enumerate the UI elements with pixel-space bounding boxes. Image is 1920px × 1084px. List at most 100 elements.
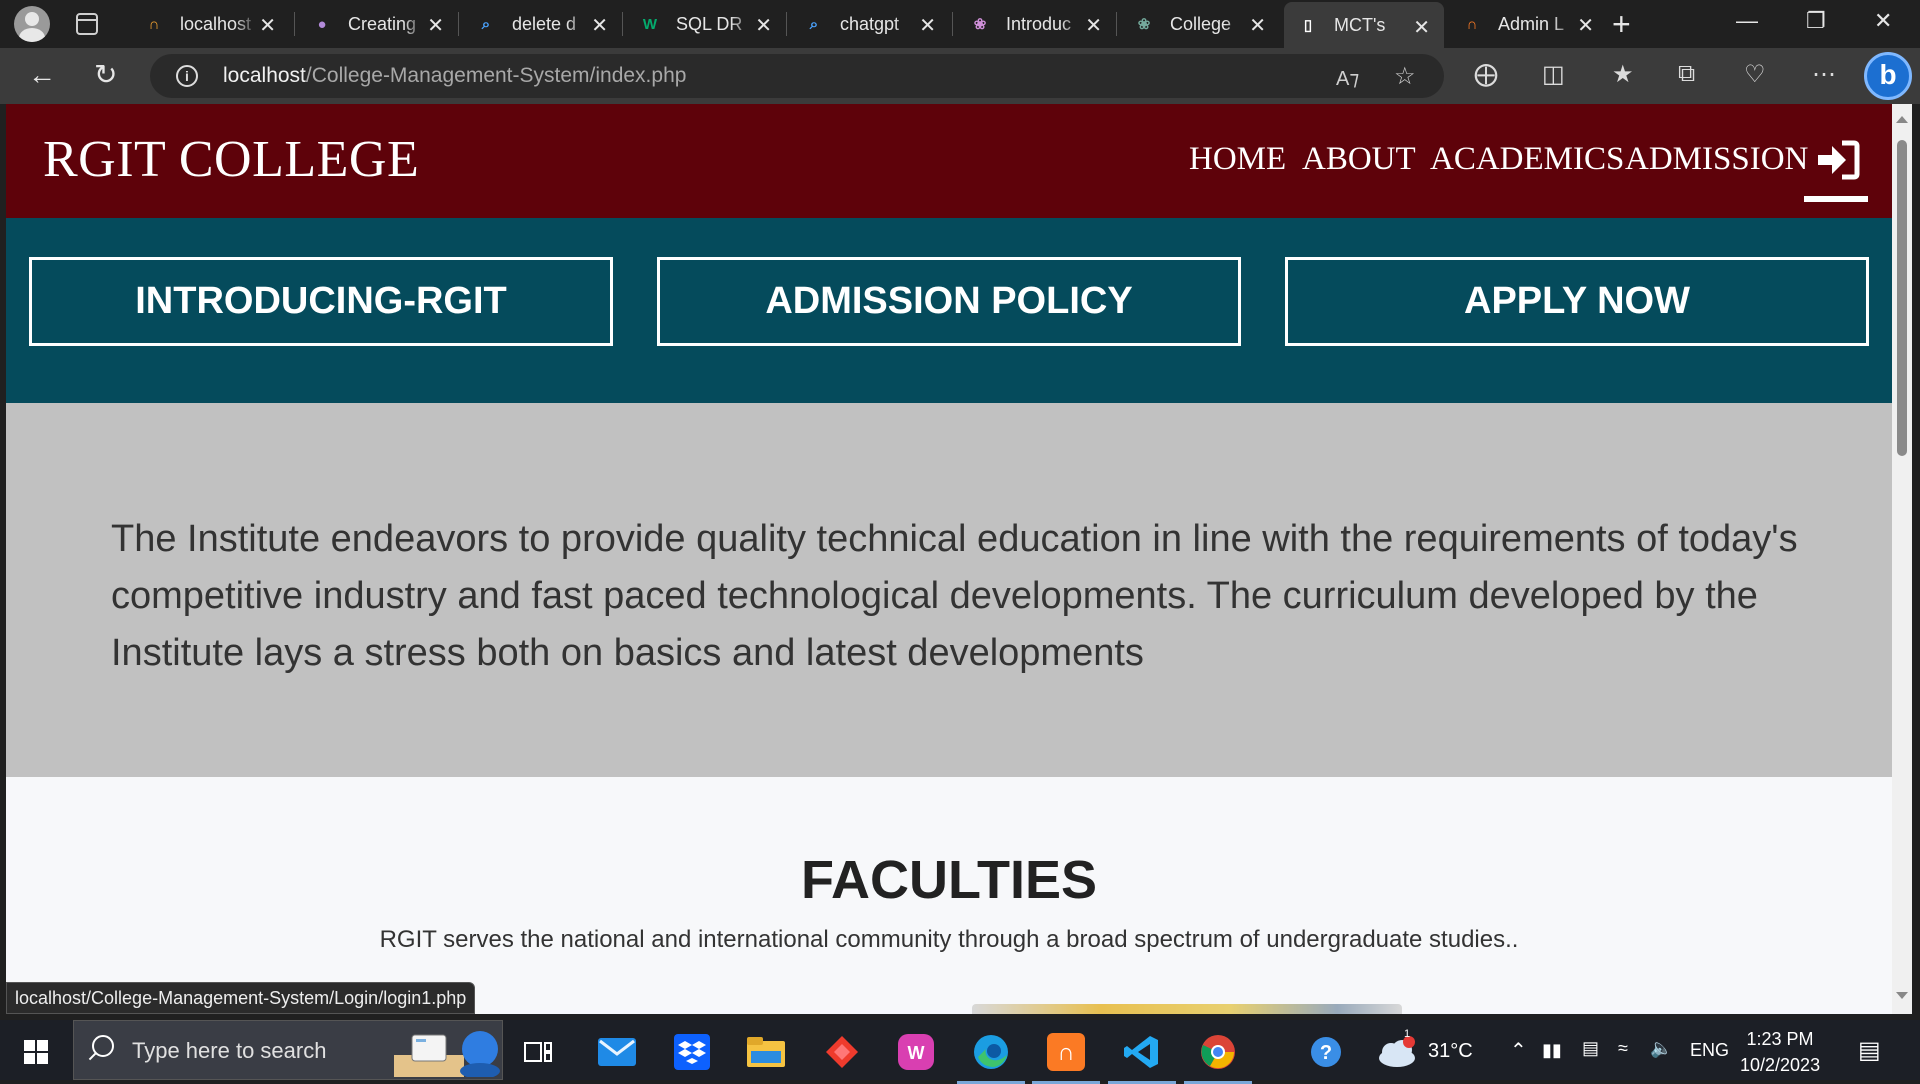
split-screen-icon[interactable]: ◫ [1542, 60, 1565, 89]
show-hidden-icons-chevron-up-icon[interactable]: ⌃ [1510, 1038, 1527, 1063]
new-tab-button[interactable]: + [1612, 6, 1631, 43]
openai-icon: ❀ [973, 16, 987, 33]
page-viewport: RGIT COLLEGE HOME ABOUT ACADEMICS ADMISS… [6, 104, 1892, 1014]
url-text[interactable]: localhost/College-Management-System/inde… [223, 64, 686, 88]
tab-separator [458, 12, 459, 36]
nav-about[interactable]: ABOUT [1302, 141, 1416, 178]
wps-office-icon[interactable]: W [894, 1030, 938, 1074]
browser-tab[interactable]: ● Creating ✕ [298, 0, 458, 48]
browser-tab[interactable]: ⌕ delete d ✕ [462, 0, 622, 48]
edge-browser-icon[interactable] [957, 1030, 1025, 1084]
close-tab-icon[interactable]: ✕ [919, 13, 936, 38]
nav-admission[interactable]: ADMISSION [1625, 141, 1808, 178]
site-header: RGIT COLLEGE HOME ABOUT ACADEMICS ADMISS… [6, 104, 1892, 218]
close-tab-icon[interactable]: ✕ [259, 13, 276, 38]
cta-band: INTRODUCING-RGIT ADMISSION POLICY APPLY … [6, 218, 1892, 403]
extensions-icon[interactable]: ⨁ [1474, 60, 1498, 89]
tab-separator [1116, 12, 1117, 36]
svg-text:?: ? [1320, 1042, 1332, 1064]
reload-button[interactable]: ↻ [94, 60, 117, 90]
collections-icon[interactable]: ⧉ [1678, 60, 1695, 88]
dropbox-icon[interactable] [670, 1030, 714, 1074]
tab-actions-icon[interactable] [76, 13, 98, 35]
tab-separator [622, 12, 623, 36]
tab-title: MCT's [1334, 14, 1386, 35]
tab-separator [952, 12, 953, 36]
close-tab-icon[interactable]: ✕ [1249, 13, 1266, 38]
close-tab-icon[interactable]: ✕ [591, 13, 608, 38]
scroll-thumb[interactable] [1897, 140, 1907, 456]
wifi-icon[interactable]: ≈ [1618, 1038, 1628, 1059]
file-explorer-icon[interactable] [744, 1030, 788, 1074]
scroll-up-arrow-icon[interactable] [1896, 116, 1908, 123]
w3schools-icon: W [642, 15, 658, 33]
close-tab-icon[interactable]: ✕ [755, 13, 772, 38]
browser-tab[interactable]: ∩ localhost ✕ [130, 0, 290, 48]
windows-taskbar: Type here to search W ∩ ? 1 31°C ⌃ ▮▮ ▤ … [0, 1020, 1920, 1084]
browser-tab[interactable]: ❀ Introduc ✕ [956, 0, 1116, 48]
clock-time: 1:23 PM [1746, 1029, 1814, 1049]
xampp-icon[interactable]: ∩ [1032, 1030, 1100, 1084]
admission-policy-button[interactable]: ADMISSION POLICY [657, 257, 1241, 346]
search-icon: ⌕ [481, 15, 491, 33]
browser-toolbar: ← ↻ i localhost/College-Management-Syste… [0, 48, 1920, 104]
tab-title: Creating [348, 13, 417, 34]
search-icon [92, 1035, 114, 1057]
page-scrollbar[interactable] [1892, 104, 1912, 1014]
browser-tab[interactable]: W SQL DR ✕ [626, 0, 786, 48]
tab-title: Admin L [1498, 13, 1565, 34]
language-indicator[interactable]: ENG [1690, 1040, 1729, 1061]
device-icon[interactable]: ▤ [1582, 1038, 1599, 1059]
restore-button[interactable]: ❐ [1806, 8, 1826, 34]
faculties-subtitle: RGIT serves the national and internation… [379, 926, 1519, 953]
close-tab-icon[interactable]: ✕ [1577, 13, 1594, 38]
site-brand[interactable]: RGIT COLLEGE [43, 130, 419, 189]
browser-tab-strip: ∩ localhost ✕ ● Creating ✕ ⌕ delete d ✕ W SQL DR ✕ ⌕… [0, 0, 1920, 48]
login-icon[interactable] [1816, 140, 1860, 180]
scroll-down-arrow-icon[interactable] [1896, 992, 1908, 999]
settings-more-icon[interactable]: ⋯ [1812, 60, 1836, 89]
back-button[interactable]: ← [28, 60, 56, 90]
address-bar[interactable]: i localhost/College-Management-System/in… [150, 54, 1444, 98]
browser-tab[interactable]: ▯ MCT's ✕ [1284, 2, 1444, 48]
notifications-icon[interactable]: ▤ [1858, 1036, 1881, 1065]
close-tab-icon[interactable]: ✕ [1413, 15, 1430, 40]
close-tab-icon[interactable]: ✕ [427, 13, 444, 38]
browser-tab[interactable]: ∩ Admin L ✕ [1448, 0, 1608, 48]
task-view-icon[interactable] [516, 1030, 560, 1074]
clock-date: 10/2/2023 [1740, 1055, 1821, 1075]
profile-avatar-icon[interactable] [14, 6, 50, 42]
mail-icon[interactable] [595, 1030, 639, 1074]
url-host: localhost [223, 64, 306, 87]
faculty-image [972, 1004, 1402, 1014]
url-path: /College-Management-System/index.php [305, 64, 687, 87]
apply-now-button[interactable]: APPLY NOW [1285, 257, 1869, 346]
tab-title: delete d [512, 13, 577, 34]
windows-start-icon[interactable] [24, 1040, 48, 1064]
close-window-button[interactable]: ✕ [1874, 8, 1892, 34]
browser-tab[interactable]: ⌕ chatgpt ✕ [790, 0, 950, 48]
nav-home[interactable]: HOME [1189, 141, 1286, 178]
taskbar-search-box[interactable]: Type here to search [73, 1020, 503, 1080]
volume-icon[interactable]: 🔈 [1650, 1038, 1672, 1059]
weather-cloud-icon[interactable] [1374, 1030, 1418, 1074]
battery-icon[interactable]: ▮▮ [1542, 1040, 1562, 1061]
system-clock[interactable]: 1:23 PM 10/2/2023 [1740, 1026, 1820, 1078]
openai-icon: ❀ [1137, 16, 1151, 33]
anydesk-icon[interactable] [820, 1030, 864, 1074]
favorite-star-icon[interactable]: ☆ [1394, 62, 1416, 91]
browser-essentials-icon[interactable]: ♡ [1744, 60, 1766, 89]
introducing-rgit-button[interactable]: INTRODUCING-RGIT [29, 257, 613, 346]
browser-tab[interactable]: ❀ College ✕ [1120, 0, 1280, 48]
bing-copilot-icon[interactable]: b [1864, 52, 1912, 100]
nav-academics[interactable]: ACADEMICS [1430, 141, 1624, 178]
chrome-icon[interactable] [1184, 1030, 1252, 1084]
site-info-icon[interactable]: i [176, 65, 198, 87]
vscode-icon[interactable] [1108, 1030, 1176, 1084]
minimize-button[interactable]: — [1736, 8, 1758, 34]
read-aloud-icon[interactable]: A⁊ [1336, 66, 1359, 91]
close-tab-icon[interactable]: ✕ [1085, 13, 1102, 38]
weather-temperature[interactable]: 31°C [1428, 1040, 1473, 1063]
favorites-icon[interactable]: ★ [1612, 60, 1634, 89]
help-icon[interactable]: ? [1304, 1030, 1348, 1074]
